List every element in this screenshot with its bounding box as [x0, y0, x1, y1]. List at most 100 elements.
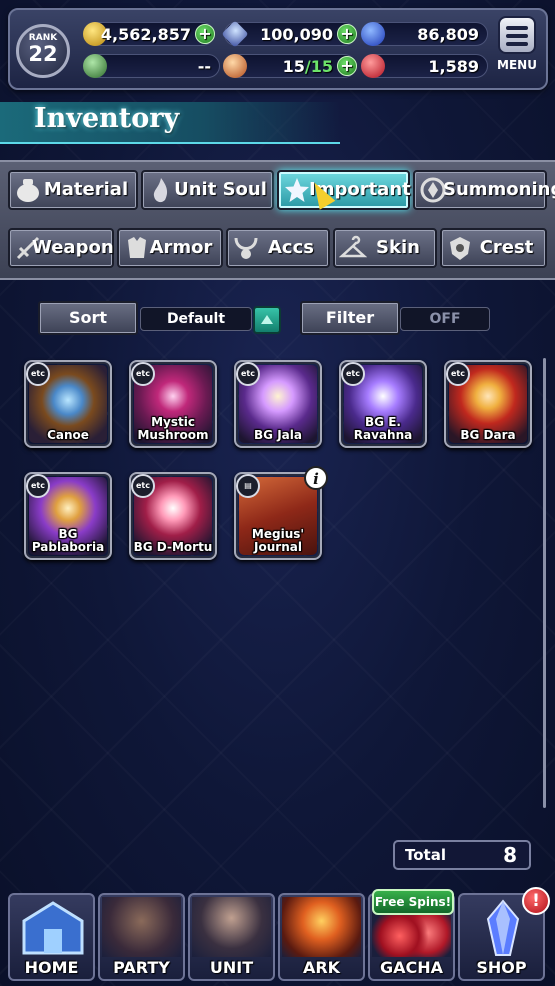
inventory-screen: RANK 22 4,562,857 + 100,090 + 86,809 -- … — [0, 0, 555, 986]
party-portrait-icon — [102, 897, 181, 957]
tab-skin-label: Skin — [376, 237, 420, 258]
crest-emblem-icon — [446, 234, 474, 262]
item-name: BG Dara — [460, 428, 516, 442]
etc-badge: etc — [131, 362, 155, 386]
hanger-icon — [338, 234, 368, 262]
free-spins-badge[interactable]: Free Spins! — [372, 889, 454, 915]
rank-value: 22 — [28, 42, 58, 66]
add-gil-button[interactable]: + — [195, 24, 215, 44]
arena-value: -- — [197, 57, 211, 76]
tab-accs-label: Accs — [268, 237, 314, 258]
item-name: BG D-Mortu — [133, 540, 213, 554]
visiore-counter: 86,809 — [361, 22, 488, 46]
nav-home-label: HOME — [24, 958, 79, 977]
red-orb-icon — [361, 54, 385, 78]
item-bg-jala[interactable]: etc BG Jala — [234, 360, 322, 448]
tab-accs[interactable]: Accs — [226, 228, 330, 268]
shop-alert-badge: ! — [522, 887, 550, 915]
nav-gacha-label: GACHA — [379, 958, 444, 977]
total-label: Total — [405, 846, 446, 864]
scrollbar[interactable] — [543, 358, 546, 808]
tab-skin[interactable]: Skin — [333, 228, 437, 268]
book-badge-icon: ▤ — [236, 474, 260, 498]
bag-icon — [14, 176, 42, 204]
etc-badge: etc — [131, 474, 155, 498]
add-lapis-button[interactable]: + — [337, 24, 357, 44]
sort-order-toggle[interactable] — [253, 306, 281, 334]
item-total: Total 8 — [393, 840, 531, 870]
nav-party[interactable]: PARTY — [98, 893, 185, 981]
ark-phoenix-icon — [282, 897, 361, 957]
tab-weapon-label: Weapon — [32, 237, 114, 258]
nav-ark[interactable]: ARK — [278, 893, 365, 981]
nav-party-label: PARTY — [113, 958, 170, 977]
gil-value: 4,562,857 — [100, 25, 191, 44]
hamburger-icon — [498, 16, 536, 54]
etc-badge: etc — [26, 474, 50, 498]
nav-shop-label: SHOP — [476, 958, 527, 977]
total-value: 8 — [503, 843, 517, 867]
tab-armor-label: Armor — [149, 237, 213, 258]
tab-unit-soul[interactable]: Unit Soul — [141, 170, 274, 210]
compass-icon — [83, 54, 107, 78]
lapis-crystal-icon — [221, 20, 249, 48]
etc-badge: etc — [26, 362, 50, 386]
tab-summoning[interactable]: Summoning — [413, 170, 555, 210]
tab-armor[interactable]: Armor — [117, 228, 223, 268]
stamina-max: /15 — [304, 57, 333, 76]
tab-important[interactable]: Important — [277, 170, 411, 210]
item-bg-d-mortu[interactable]: etc BG D-Mortu — [129, 472, 217, 560]
page-title: Inventory — [34, 103, 180, 134]
nav-unit[interactable]: UNIT — [188, 893, 275, 981]
item-mystic-mushroom[interactable]: etc Mystic Mushroom — [129, 360, 217, 448]
page-header: Inventory — [0, 102, 340, 144]
arena-counter: -- — [83, 54, 220, 78]
item-bg-dara[interactable]: etc BG Dara — [444, 360, 532, 448]
menu-label: MENU — [497, 58, 537, 72]
info-icon[interactable]: i — [304, 466, 328, 490]
item-name: BG Pablaboria — [31, 527, 105, 554]
stamina-counter: 15/15 + — [223, 54, 357, 78]
tab-material[interactable]: Material — [8, 170, 138, 210]
item-bg-e-ravahna[interactable]: etc BG E. Ravahna — [339, 360, 427, 448]
add-stamina-button[interactable]: + — [337, 56, 357, 76]
visiore-value: 86,809 — [417, 25, 479, 44]
item-canoe[interactable]: etc Canoe — [24, 360, 112, 448]
lapis-value: 100,090 — [260, 25, 333, 44]
home-icon — [12, 897, 91, 957]
etc-badge: etc — [341, 362, 365, 386]
tab-weapon[interactable]: Weapon — [8, 228, 114, 268]
necklace-icon — [232, 234, 260, 262]
sort-button[interactable]: Sort — [38, 301, 138, 335]
gil-counter: 4,562,857 + — [83, 22, 215, 46]
tab-crest-label: Crest — [479, 237, 534, 258]
sort-value[interactable]: Default — [140, 307, 252, 331]
ruby-value: 1,589 — [428, 57, 479, 76]
etc-badge: etc — [446, 362, 470, 386]
nav-ark-label: ARK — [302, 958, 341, 977]
rank-badge: RANK 22 — [16, 24, 70, 78]
filter-button[interactable]: Filter — [300, 301, 400, 335]
nav-unit-label: UNIT — [209, 958, 254, 977]
lapis-counter: 100,090 + — [221, 20, 357, 48]
resource-bar: RANK 22 4,562,857 + 100,090 + 86,809 -- … — [8, 8, 548, 90]
tab-unit-soul-label: Unit Soul — [174, 179, 267, 200]
soul-flame-icon — [147, 176, 175, 204]
etc-badge: etc — [236, 362, 260, 386]
tab-summoning-label: Summoning — [443, 179, 555, 200]
stamina-gem-icon — [223, 54, 247, 78]
stamina-value: 15 — [282, 57, 305, 76]
filter-value[interactable]: OFF — [400, 307, 490, 331]
item-bg-pablaboria[interactable]: etc BG Pablaboria — [24, 472, 112, 560]
item-name: Mystic Mushroom — [137, 415, 209, 442]
item-name: Canoe — [47, 428, 89, 442]
item-name: BG Jala — [254, 428, 302, 442]
tab-crest[interactable]: Crest — [440, 228, 547, 268]
item-name: Megius' Journal — [251, 527, 305, 554]
ruby-counter: 1,589 — [361, 54, 488, 78]
menu-button[interactable]: MENU — [492, 16, 542, 82]
blue-orb-icon — [361, 22, 385, 46]
star-icon — [283, 176, 311, 204]
item-megius-journal[interactable]: ▤ Megius' Journal i — [234, 466, 328, 560]
nav-home[interactable]: HOME — [8, 893, 95, 981]
